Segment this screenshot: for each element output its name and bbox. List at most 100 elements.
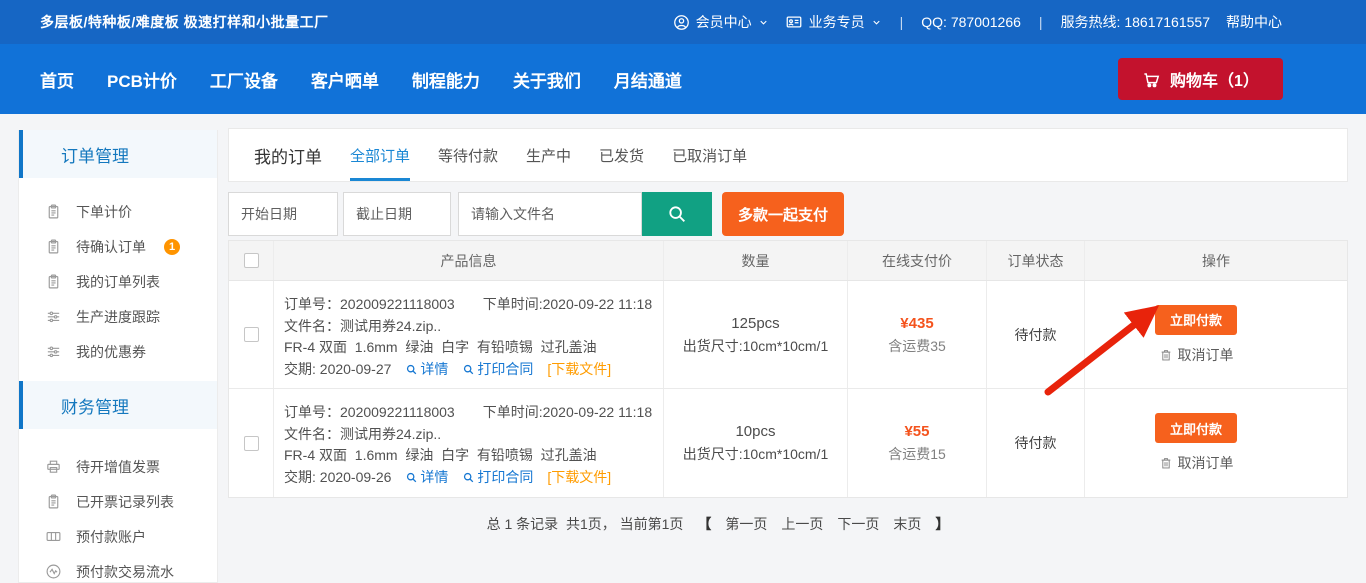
delivery-label: 交期: <box>284 359 320 381</box>
nav-pcb-pricing[interactable]: PCB计价 <box>107 67 177 92</box>
cart-icon <box>1142 70 1161 89</box>
pagination-prev[interactable]: 上一页 <box>781 514 823 534</box>
order-price: ¥435 <box>900 313 933 335</box>
cancel-order-link[interactable]: 取消订单 <box>1159 453 1234 473</box>
product-info: 订单号：202009221118003下单时间:2020-09-22 11:18… <box>274 281 663 380</box>
ship-size: 出货尺寸:10cm*10cm/1 <box>683 443 828 465</box>
separator: | <box>1037 14 1045 30</box>
row-checkbox[interactable] <box>244 327 259 342</box>
sidebar-item-invoice-records[interactable]: 已开票记录列表 <box>19 484 217 519</box>
search-toolbar: 多款一起支付 <box>228 192 1348 236</box>
cancel-order-link[interactable]: 取消订单 <box>1159 345 1234 365</box>
sidebar-item-production-tracking[interactable]: 生产进度跟踪 <box>19 299 217 334</box>
quantity: 125pcs <box>731 313 779 335</box>
pagination-next[interactable]: 下一页 <box>837 514 879 534</box>
product-info: 订单号：202009221118003 下单时间:2020-09-22 11:18… <box>274 389 663 488</box>
pay-now-button[interactable]: 立即付款 <box>1155 305 1237 335</box>
separator: | <box>898 14 906 30</box>
print-contract-link[interactable]: 打印合同 <box>462 359 533 381</box>
sales-rep-menu[interactable]: 业务专员 <box>785 12 882 32</box>
row-checkbox[interactable] <box>244 436 259 451</box>
pending-count-badge: 1 <box>164 239 180 255</box>
col-header-price: 在线支付价 <box>848 241 987 280</box>
pulse-icon <box>45 563 62 580</box>
help-center-link[interactable]: 帮助中心 <box>1226 12 1282 32</box>
sidebar-item-prepaid-transactions[interactable]: 预付款交易流水 <box>19 554 217 583</box>
bracket-close: 】 <box>935 514 949 534</box>
pay-now-button[interactable]: 立即付款 <box>1155 413 1237 443</box>
tab-in-production[interactable]: 生产中 <box>526 129 571 181</box>
pagination-first[interactable]: 第一页 <box>725 514 767 534</box>
file-name: 测试用券24.zip.. <box>340 424 441 446</box>
delivery-label: 交期: <box>284 467 320 489</box>
service-hotline: 服务热线: 18617161557 <box>1061 12 1210 32</box>
order-no-label: 订单号： <box>284 402 340 424</box>
order-time: 2020-09-22 11:18 <box>543 402 653 424</box>
nav-customer-reviews[interactable]: 客户晒单 <box>311 67 379 92</box>
filename-search-input[interactable] <box>458 192 642 236</box>
pagination-last[interactable]: 末页 <box>893 514 921 534</box>
nav-monthly-billing[interactable]: 月结通道 <box>614 67 682 92</box>
cart-button[interactable]: 购物车（1） <box>1118 58 1283 100</box>
col-header-quantity: 数量 <box>664 241 848 280</box>
order-no-label: 订单号： <box>284 294 340 316</box>
order-price: ¥55 <box>904 421 929 443</box>
clipboard-icon <box>45 273 62 290</box>
pay-multiple-button[interactable]: 多款一起支付 <box>722 192 844 236</box>
wallet-icon <box>45 528 62 545</box>
order-status: 待付款 <box>1015 325 1057 345</box>
select-all-checkbox[interactable] <box>244 253 259 268</box>
chevron-down-icon <box>871 17 882 28</box>
clipboard-icon <box>45 493 62 510</box>
download-file-link[interactable]: [下载文件] <box>547 467 611 489</box>
delivery-date: 2020-09-27 <box>320 359 392 381</box>
main-content: 我的订单 全部订单 等待付款 生产中 已发货 已取消订单 多款一起支付 产品信息… <box>228 128 1348 534</box>
sidebar-group-orders: 下单计价 待确认订单 1 我的订单列表 生产进度跟踪 我的优惠券 <box>19 178 217 381</box>
tab-my-orders[interactable]: 我的订单 <box>254 129 322 181</box>
search-button[interactable] <box>642 192 712 236</box>
magnifier-icon <box>405 363 418 376</box>
clipboard-icon <box>45 203 62 220</box>
ship-size: 出货尺寸:10cm*10cm/1 <box>683 335 828 357</box>
topbar-links: 会员中心 业务专员 | QQ: 787001266 | 服务热线: 186171… <box>673 12 1282 32</box>
nav-factory-equipment[interactable]: 工厂设备 <box>210 67 278 92</box>
sidebar-section-finance: 财务管理 <box>19 381 217 429</box>
sidebar-section-order-management: 订单管理 <box>19 130 217 178</box>
detail-link[interactable]: 详情 <box>405 359 448 381</box>
print-contract-link[interactable]: 打印合同 <box>462 467 533 489</box>
tab-shipped[interactable]: 已发货 <box>599 129 644 181</box>
sidebar: 订单管理 下单计价 待确认订单 1 我的订单列表 生产进度跟踪 我的优惠券 财务… <box>18 130 218 583</box>
magnifier-icon <box>405 471 418 484</box>
order-row: 订单号：202009221118003 下单时间:2020-09-22 11:18… <box>229 389 1347 497</box>
top-utility-bar: 多层板/特种板/难度板 极速打样和小批量工厂 会员中心 业务专员 | QQ: 7… <box>0 0 1366 44</box>
start-date-input[interactable] <box>228 192 338 236</box>
detail-link[interactable]: 详情 <box>405 467 448 489</box>
search-icon <box>666 203 688 225</box>
chevron-down-icon <box>758 17 769 28</box>
member-center-menu[interactable]: 会员中心 <box>673 12 769 32</box>
file-label: 文件名： <box>284 316 340 338</box>
nav-process-capability[interactable]: 制程能力 <box>412 67 480 92</box>
board-specs: FR-4 双面 1.6mm 绿油 白字 有铅喷锡 过孔盖油 <box>284 445 655 467</box>
order-number: 202009221118003 <box>340 402 455 424</box>
nav-home[interactable]: 首页 <box>40 67 74 92</box>
sidebar-item-coupons[interactable]: 我的优惠券 <box>19 334 217 369</box>
qq-contact: QQ: 787001266 <box>921 14 1021 30</box>
tab-cancelled[interactable]: 已取消订单 <box>672 129 747 181</box>
order-time-label: 下单时间: <box>483 402 543 424</box>
file-label: 文件名： <box>284 424 340 446</box>
sidebar-item-quote[interactable]: 下单计价 <box>19 194 217 229</box>
tab-awaiting-payment[interactable]: 等待付款 <box>438 129 498 181</box>
nav-about-us[interactable]: 关于我们 <box>513 67 581 92</box>
freight-note: 含运费15 <box>888 443 946 465</box>
order-row: 订单号：202009221118003下单时间:2020-09-22 11:18… <box>229 281 1347 389</box>
sidebar-item-pending-confirm[interactable]: 待确认订单 1 <box>19 229 217 264</box>
sidebar-item-prepaid-account[interactable]: 预付款账户 <box>19 519 217 554</box>
download-file-link[interactable]: [下载文件] <box>547 359 611 381</box>
order-time: 2020-09-22 11:18 <box>543 294 653 316</box>
end-date-input[interactable] <box>343 192 451 236</box>
sidebar-item-invoice-pending[interactable]: 待开增值发票 <box>19 449 217 484</box>
delivery-date: 2020-09-26 <box>320 467 392 489</box>
tab-all-orders[interactable]: 全部订单 <box>350 129 410 181</box>
sidebar-item-order-list[interactable]: 我的订单列表 <box>19 264 217 299</box>
